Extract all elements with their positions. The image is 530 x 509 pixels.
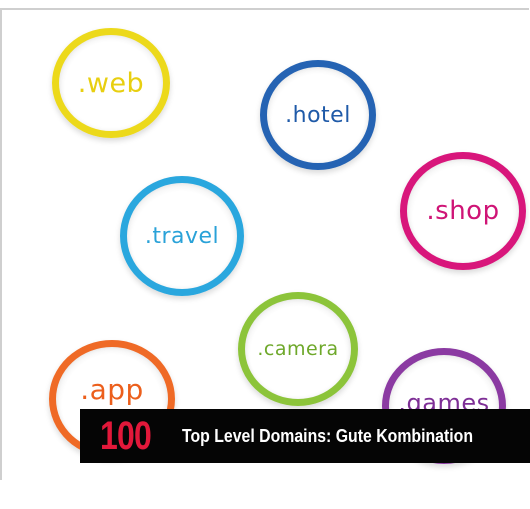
- domain-label-travel: .travel: [144, 223, 220, 249]
- banner-number: 100: [100, 413, 152, 458]
- domain-label-app: .app: [80, 372, 144, 406]
- domain-badge-web: .web: [52, 28, 170, 138]
- domain-label-camera: .camera: [257, 338, 339, 360]
- domain-label-hotel: .hotel: [285, 102, 351, 128]
- domain-label-web: .web: [77, 67, 145, 99]
- caption-banner: 100 Top Level Domains: Gute Kombination: [80, 409, 530, 463]
- domain-badge-travel: .travel: [120, 176, 244, 296]
- domain-badge-camera: .camera: [238, 292, 358, 406]
- banner-caption: Top Level Domains: Gute Kombination: [181, 425, 473, 446]
- domain-badge-shop: .shop: [400, 152, 526, 270]
- domain-label-shop: .shop: [426, 196, 500, 226]
- domain-badge-hotel: .hotel: [260, 60, 376, 170]
